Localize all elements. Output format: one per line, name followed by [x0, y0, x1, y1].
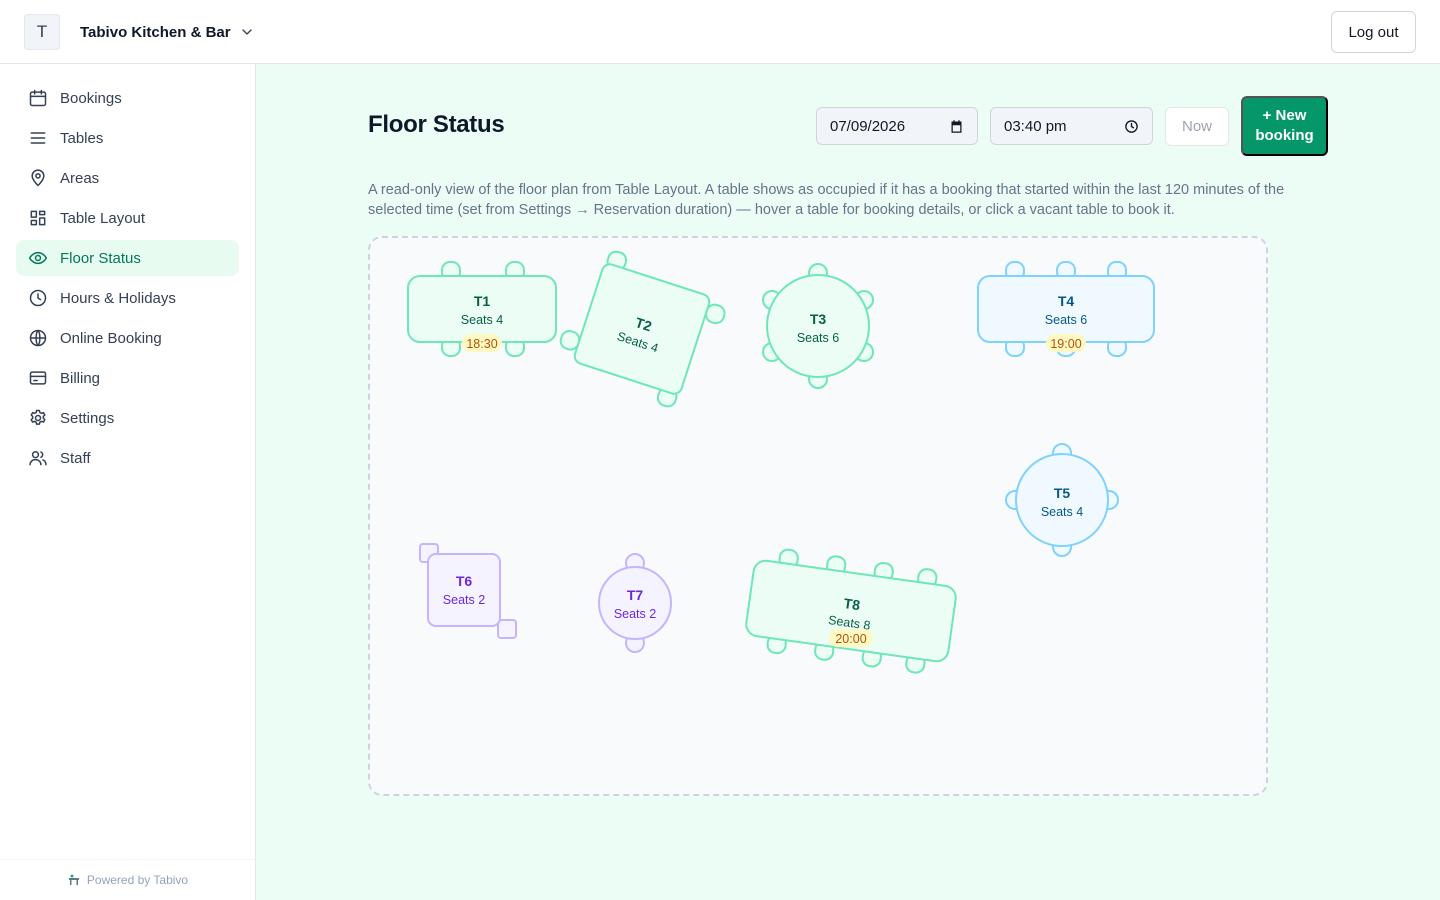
sidebar-item-label: Areas: [60, 169, 100, 187]
powered-by-footer: Powered by Tabivo: [0, 859, 255, 900]
booking-time-badge: 18:30: [466, 337, 497, 351]
users-icon: [29, 451, 47, 466]
table-t8[interactable]: T8 Seats 8: [743, 545, 959, 676]
tabivo-logo-icon: [68, 874, 79, 885]
restaurant-name: Tabivo Kitchen & Bar: [80, 23, 231, 41]
sidebar-item-billing[interactable]: Billing: [16, 360, 239, 396]
date-value: 07/09/2026: [830, 117, 906, 135]
booking-time-badge: 19:00: [1050, 337, 1081, 351]
sidebar-item-label: Hours & Holidays: [60, 289, 176, 307]
table-seats: Seats 6: [797, 331, 839, 345]
booking-time-badge: 20:00: [835, 632, 866, 646]
table-name: T8: [843, 595, 862, 613]
map-pin-icon: [31, 169, 45, 187]
sidebar-item-label: Settings: [60, 409, 115, 427]
table-t8-badge: 20:00: [829, 629, 873, 647]
sidebar: Bookings Tables Areas Table Layout Floor…: [0, 64, 256, 900]
table-name: T5: [1054, 485, 1071, 501]
table-name: T7: [627, 587, 644, 603]
chevron-down-icon: [241, 29, 252, 35]
eye-icon: [28, 251, 48, 265]
table-t4[interactable]: T4 Seats 6 19:00: [977, 261, 1155, 357]
sidebar-item-settings[interactable]: Settings: [16, 400, 239, 436]
calendar-picker-icon[interactable]: [949, 119, 964, 134]
table-name: T1: [474, 293, 491, 309]
table-name: T3: [810, 311, 827, 327]
table-t2[interactable]: T2 Seats 4: [551, 243, 733, 414]
table-seats: Seats 6: [1045, 313, 1087, 327]
floor-plan-canvas: T1 Seats 4 18:30 T2 Seats 4 T3 Seats 6 T…: [407, 243, 1155, 676]
powered-by-text: Powered by Tabivo: [86, 873, 189, 887]
sidebar-item-bookings[interactable]: Bookings: [16, 80, 239, 116]
page-title: Floor Status: [368, 111, 505, 138]
calendar-icon: [29, 89, 47, 107]
sidebar-item-staff[interactable]: Staff: [16, 440, 239, 476]
now-button[interactable]: Now: [1165, 107, 1229, 146]
sidebar-item-areas[interactable]: Areas: [16, 160, 239, 196]
sidebar-item-hours-holidays[interactable]: Hours & Holidays: [16, 280, 239, 316]
sidebar-nav: Bookings Tables Areas Table Layout Floor…: [16, 80, 239, 480]
date-input[interactable]: 07/09/2026: [816, 107, 978, 145]
new-booking-button[interactable]: + New booking: [1241, 96, 1328, 156]
table-name: T6: [456, 573, 473, 589]
table-t5[interactable]: T5 Seats 4: [1005, 443, 1119, 557]
table-t3[interactable]: T3 Seats 6: [762, 263, 874, 389]
sidebar-item-label: Table Layout: [60, 209, 146, 227]
table-seats: Seats 4: [461, 313, 503, 327]
logout-button[interactable]: Log out: [1331, 11, 1416, 53]
sidebar-item-label: Billing: [60, 369, 101, 387]
table-seats: Seats 4: [1041, 505, 1083, 519]
sidebar-item-table-layout[interactable]: Table Layout: [16, 200, 239, 236]
sidebar-item-label: Bookings: [60, 89, 122, 107]
credit-card-icon: [29, 371, 47, 385]
sidebar-item-tables[interactable]: Tables: [16, 120, 239, 156]
sidebar-item-floor-status[interactable]: Floor Status: [16, 240, 239, 276]
time-value: 03:40 pm: [1004, 117, 1067, 135]
restaurant-avatar: T: [24, 14, 60, 50]
table-t1[interactable]: T1 Seats 4 18:30: [407, 261, 557, 357]
time-input[interactable]: 03:40 pm: [990, 107, 1153, 145]
table-seats: Seats 2: [443, 593, 485, 607]
restaurant-switcher[interactable]: Tabivo Kitchen & Bar: [80, 14, 255, 50]
sidebar-item-label: Tables: [60, 129, 104, 147]
table-seats: Seats 2: [614, 607, 656, 621]
layout-grid-icon: [30, 210, 46, 226]
floor-description: A read-only view of the floor plan from …: [368, 182, 1285, 218]
gear-icon: [30, 409, 46, 425]
list-icon: [30, 132, 46, 144]
globe-icon: [29, 329, 47, 347]
table-name: T4: [1058, 293, 1075, 309]
top-bar: T Tabivo Kitchen & Bar Log out: [0, 0, 1440, 64]
clock-picker-icon[interactable]: [1124, 119, 1139, 134]
sidebar-item-online-booking[interactable]: Online Booking: [16, 320, 239, 356]
sidebar-item-label: Online Booking: [60, 329, 162, 347]
main-content: Floor Status 07/09/2026 03:40 pm Now + N…: [256, 64, 1440, 900]
table-t6[interactable]: T6 Seats 2: [419, 543, 517, 639]
clock-icon: [29, 289, 47, 307]
table-t7[interactable]: T7 Seats 2: [598, 553, 672, 653]
sidebar-item-label: Floor Status: [60, 249, 141, 267]
floor-plan: T1 Seats 4 18:30 T2 Seats 4 T3 Seats 6 T…: [368, 236, 1268, 796]
sidebar-item-label: Staff: [60, 449, 91, 467]
